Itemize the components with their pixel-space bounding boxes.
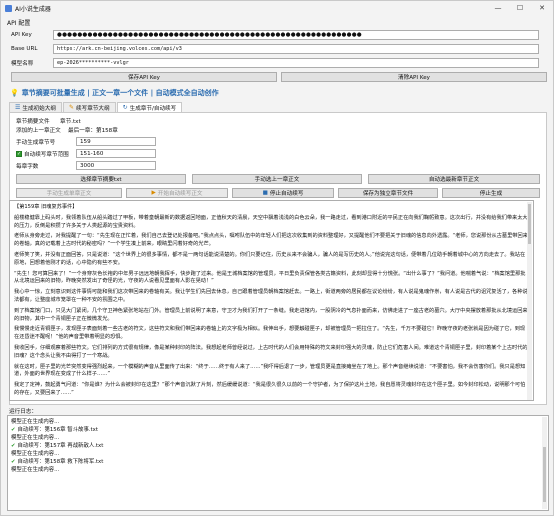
model-row: 模型名称 ep-2026**********-vvlgr [11,58,539,68]
check-icon: ✔ [11,443,16,449]
refresh-icon: ↻ [122,104,128,111]
tab-initial-outline[interactable]: ☰ 生成初始大纲 [9,102,62,112]
stop-auto-continue-button[interactable]: ■ 停止自动续写 [232,188,334,198]
list-icon: ☰ [15,104,21,111]
tab-bar: ☰ 生成初始大纲 ✎ 续写章节大纲 ↻ 生成章节/自动续写 [9,102,183,112]
summary-file-label: 章节摘要文件 [16,119,50,125]
base-url-label: Base URL [11,46,38,52]
base-url-row: Base URL https://ark.cn-beijing.volces.c… [11,44,539,54]
prev-chapter-label: 添加的上一章正文 [16,128,61,134]
stop-icon: ■ [262,190,268,196]
log-line: 模型正在生成内容... [11,434,545,442]
prev-chapter-value: 最后一章：第158章 [68,128,118,134]
paragraph: 老师笑了笑，并没有正面回答，只是说道：“这个世界上的很多事情，都不是一两句话能说… [14,251,526,266]
scrollbar-thumb[interactable] [528,204,531,244]
paragraph: 就在这时，匣子里的光芒突然变得强烈起来，一个模糊的声音从里面传了出来：“终于……… [14,363,526,378]
api-key-label: API Key [11,32,32,38]
auto-range-input[interactable]: 151-160 [76,149,156,158]
minimize-button[interactable]: — [487,1,509,15]
check-icon: ✔ [11,427,16,433]
tab-label: 生成章节/自动续写 [129,105,177,112]
close-button[interactable]: ✕ [531,1,553,15]
summary-file-row: 章节摘要文件 章节.txt [16,117,81,125]
model-input[interactable]: ep-2026**********-vvlgr [53,58,539,68]
auto-select-latest-button[interactable]: 自动选最新章节正文 [368,174,540,184]
log-line: 模型正在生成内容... [11,466,545,474]
save-api-key-button[interactable]: 保存API Key [11,72,277,82]
pencil-icon: ✎ [68,104,74,111]
prev-chapter-row: 添加的上一章正文 最后一章：第158章 [16,126,118,134]
log-scrollbar[interactable] [542,417,547,509]
lightbulb-icon: 💡 [10,89,19,97]
tab-generate-chapter[interactable]: ↻ 生成章节/自动续写 [116,102,183,112]
play-icon: ▶ [151,190,156,196]
api-key-row: API Key ●●●●●●●●●●●●●●●●●●●●●●●●●●●●●●●●… [11,30,539,40]
maximize-button[interactable]: ☐ [509,1,531,15]
chapter-text-area[interactable]: 【第159章 旧魂复苏事件】 船楼稳健靠上码头时，我领着队伍从船头踏过了甲板，带… [9,200,534,401]
banner-text: 章节摘要可批量生成 | 正文一章一个文件 | 自动模式全自动创作 [21,89,219,97]
paragraph: 老师从身旁走过，对我提醒了一句：“先生现在正忙着，我们自己去登记处报备吧。”我点… [14,233,528,248]
scrollbar-thumb[interactable] [543,447,546,502]
log-line: ✔ 自动续写：第156章 智斗故事.txt [11,426,545,434]
tab-continue-outline[interactable]: ✎ 续写章节大纲 [62,102,116,112]
base-url-input[interactable]: https://ark.cn-beijing.volces.com/api/v3 [53,44,539,54]
clear-api-key-button[interactable]: 清除API Key [281,72,547,82]
chapter-title: 【第159章 旧魂复苏事件】 [14,204,78,210]
manual-select-prev-button[interactable]: 手动选上一章正文 [192,174,362,184]
window-title: AI小说生成器 [15,5,51,13]
log-line: 模型正在生成内容... [11,450,545,458]
feature-banner: 💡 章节摘要可批量生成 | 正文一章一个文件 | 自动模式全自动创作 [10,88,219,98]
api-key-input[interactable]: ●●●●●●●●●●●●●●●●●●●●●●●●●●●●●●●●●●●●●●●●… [53,30,539,40]
check-icon: ✔ [11,459,16,465]
log-text: 模型正在生成内容... [11,435,60,441]
title-bar: AI小说生成器 — ☐ ✕ [1,1,553,15]
word-count-input[interactable]: 3000 [76,161,156,170]
start-chapter-label: 手动生成章节号 [16,139,56,146]
log-text: 模型正在生成内容... [11,451,60,457]
log-line: ✔ 自动续写：第158章 救下陈将军.txt [11,458,545,466]
start-auto-continue-button[interactable]: ▶ 开始自动续写正文 [126,188,228,198]
paragraph: 我慢慢走近青铜匣子，发现匣子表面刻着一些古老的符文，这些符文和我们带回来的卷轴上… [14,326,526,341]
summary-file-value: 章节.txt [60,119,81,125]
word-count-label: 每章字数 [16,163,39,170]
paragraph: “先生！您可算回来了！”一个身穿灰色长袍的中年男子远远地朝我挥手，快步跑了过来。… [14,270,526,285]
save-chapter-file-button[interactable]: 保存为独立章节文件 [338,188,438,198]
auto-range-label: 自动续写章节范围 [24,151,69,158]
app-icon [5,4,12,12]
log-text: 自动续写：第157章 再战新敌人.txt [17,443,104,449]
text-scrollbar[interactable] [527,202,532,400]
auto-range-checkbox[interactable]: ✓ 自动续写章节范围 [16,150,76,158]
start-chapter-input[interactable]: 159 [76,137,156,146]
start-chapter-row: 手动生成章节号 159 [16,137,156,146]
tab-label: 生成初始大纲 [22,105,56,112]
checkmark-icon: ✓ [16,150,22,157]
paragraph: 我收回手，仔细观察着那些符文。它们排列的方式很有规律，像是某种封印的阵法。我想起… [14,344,528,359]
log-text: 自动续写：第158章 救下陈将军.txt [17,459,104,465]
start-auto-label: 开始自动续写正文 [157,191,203,197]
log-text: 模型正在生成内容... [11,419,60,425]
api-group-label: API 配置 [7,20,31,27]
stop-generate-button[interactable]: 停止生成 [442,188,540,198]
paragraph: 到了档案馆门口，只见大门紧闭，几个守卫神色紧张地站在门外。管理员上前说明了来意，… [14,307,528,322]
log-area[interactable]: 模型正在生成内容... ✔ 自动续写：第156章 智斗故事.txt 模型正在生成内… [7,415,549,511]
tab-label: 续写章节大纲 [76,105,110,112]
manual-generate-button[interactable]: 手动生成单章正文 [16,188,122,198]
log-label: 运行日志： [9,409,37,415]
log-line: ✔ 自动续写：第157章 再战新敌人.txt [11,442,545,450]
paragraph: 我心中一惊，立刻意识到这件事情可能和我们这次带回来的卷轴有关。我让学生们先回去休… [14,289,528,303]
log-text: 自动续写：第156章 智斗故事.txt [17,427,98,433]
model-label: 模型名称 [11,61,34,67]
select-summary-file-button[interactable]: 选择章节摘要txt [16,174,186,184]
app-window: AI小说生成器 — ☐ ✕ API 配置 API Key ●●●●●●●●●●●… [0,0,554,516]
log-text: 模型正在生成内容... [11,467,60,473]
log-line: 模型正在生成内容... [11,418,545,426]
stop-auto-label: 停止自动续写 [269,191,304,197]
paragraph: 我定了定神，鼓起勇气问道：“你是谁？为什么会被封印在这里？”那个声音沉默了片刻，… [14,382,526,396]
paragraph: 船楼稳健靠上码头时，我领着队伍从船头踏过了甲板，带着皇朝最新的数据返回地面，正值… [14,214,528,229]
auto-range-row: ✓ 自动续写章节范围 151-160 [16,149,156,158]
word-count-row: 每章字数 3000 [16,161,156,170]
